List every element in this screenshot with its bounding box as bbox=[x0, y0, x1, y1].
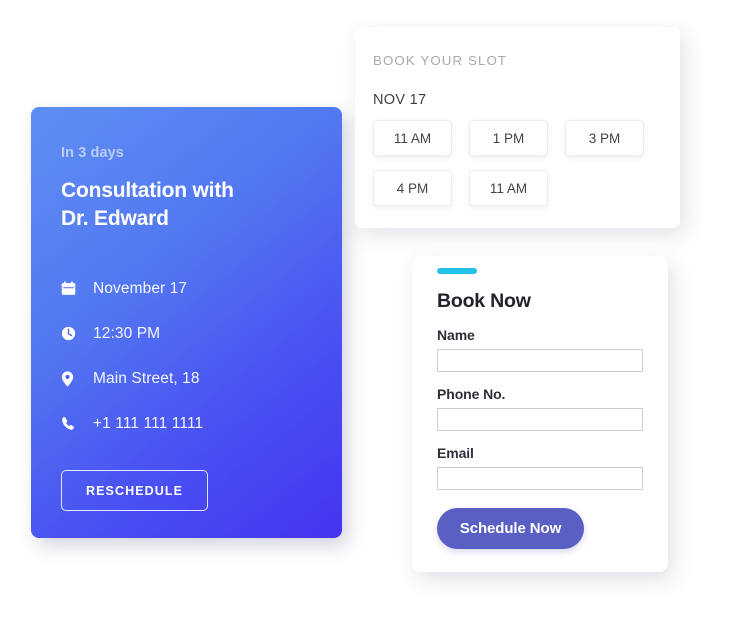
appointment-details-list: November 17 12:30 PM Main Street, 18 +1 … bbox=[61, 266, 312, 446]
name-field-group: Name bbox=[437, 327, 643, 372]
appointment-address-value: Main Street, 18 bbox=[93, 369, 200, 387]
phone-input[interactable] bbox=[437, 408, 643, 431]
email-field-group: Email bbox=[437, 445, 643, 490]
accent-bar bbox=[437, 268, 477, 274]
slots-grid: 11 AM 1 PM 3 PM 4 PM 11 AM bbox=[373, 120, 658, 206]
slots-card-heading: BOOK YOUR SLOT bbox=[373, 53, 508, 68]
slot-button-5[interactable]: 11 AM bbox=[469, 170, 548, 206]
name-field-label: Name bbox=[437, 327, 475, 343]
slot-button-4[interactable]: 4 PM bbox=[373, 170, 452, 206]
name-input[interactable] bbox=[437, 349, 643, 372]
appointment-detail-address: Main Street, 18 bbox=[61, 356, 312, 401]
clock-icon bbox=[61, 326, 87, 341]
appointment-title-line-2: Dr. Edward bbox=[61, 206, 169, 230]
appointment-title-line-1: Consultation with bbox=[61, 179, 234, 202]
location-pin-icon bbox=[61, 371, 87, 387]
appointment-detail-time: 12:30 PM bbox=[61, 311, 312, 356]
appointment-detail-date: November 17 bbox=[61, 266, 312, 311]
book-your-slot-card: BOOK YOUR SLOT NOV 17 11 AM 1 PM 3 PM 4 … bbox=[355, 27, 680, 228]
phone-field-group: Phone No. bbox=[437, 386, 643, 431]
slot-button-2[interactable]: 1 PM bbox=[469, 120, 548, 156]
book-now-card: Book Now Name Phone No. Email Schedule N… bbox=[412, 256, 668, 572]
appointment-detail-phone: +1 111 111 1111 bbox=[61, 401, 312, 446]
email-input[interactable] bbox=[437, 467, 643, 490]
slot-button-3[interactable]: 3 PM bbox=[565, 120, 644, 156]
calendar-icon bbox=[61, 281, 87, 296]
appointment-phone-value: +1 111 111 1111 bbox=[93, 414, 204, 432]
slot-button-1[interactable]: 11 AM bbox=[373, 120, 452, 156]
book-now-title: Book Now bbox=[437, 290, 531, 312]
appointment-time-value: 12:30 PM bbox=[93, 324, 161, 342]
slots-date-label: NOV 17 bbox=[373, 92, 427, 108]
appointment-eyebrow: In 3 days bbox=[61, 145, 124, 161]
reschedule-button[interactable]: RESCHEDULE bbox=[61, 470, 208, 512]
appointment-date-value: November 17 bbox=[93, 279, 188, 297]
appointment-card: In 3 days Consultation with Dr. Edward N… bbox=[31, 107, 342, 538]
phone-field-label: Phone No. bbox=[437, 386, 506, 402]
schedule-now-button[interactable]: Schedule Now bbox=[437, 508, 584, 549]
page-root: In 3 days Consultation with Dr. Edward N… bbox=[0, 0, 733, 623]
phone-icon bbox=[61, 416, 87, 431]
email-field-label: Email bbox=[437, 445, 474, 461]
appointment-title: Consultation with Dr. Edward bbox=[61, 177, 312, 232]
